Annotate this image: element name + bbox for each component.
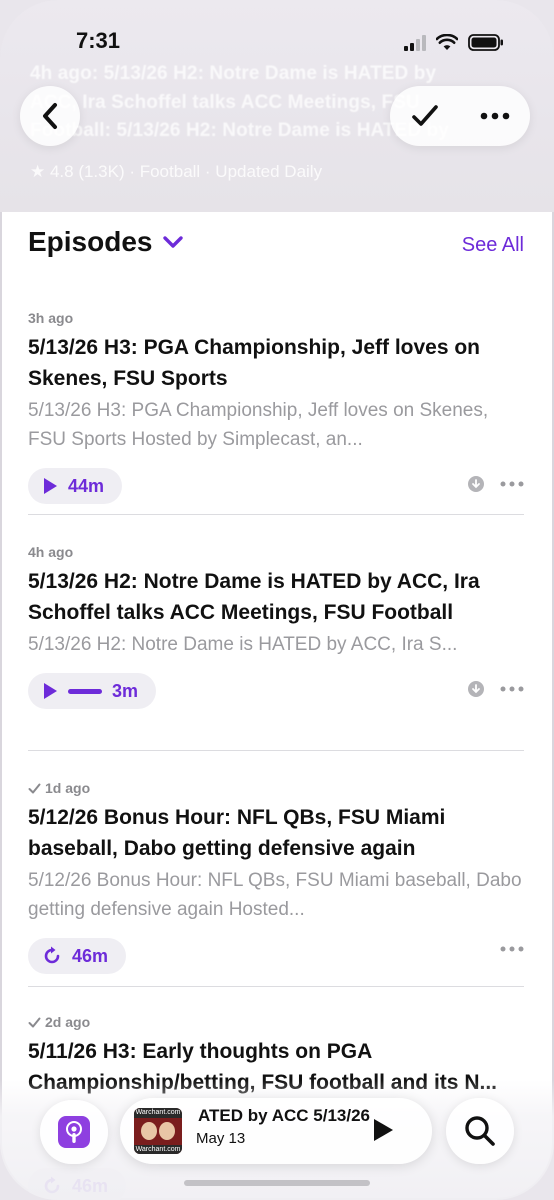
episode-row[interactable]: 3h ago 5/13/26 H3: PGA Championship, Jef… [28,310,524,506]
episode-artwork: Warchant.com Warchant.com [134,1108,182,1154]
episode-play-button[interactable]: 44m [28,468,123,504]
header-description-line: Football: 5/13/26 H2: Notre Dame is HATE… [30,120,449,141]
episodes-header: Episodes See All [28,226,524,266]
ellipsis-icon[interactable] [500,946,524,952]
chevron-left-icon [43,103,57,129]
home-indicator [184,1180,370,1186]
episode-progress-bar [68,688,102,694]
episode-duration: 46m [72,945,109,966]
mini-player-title: 5/13/26 H2: Notre Dame is HATED by ACC [198,1106,370,1125]
library-button[interactable] [40,1100,108,1164]
episode-replay-button[interactable]: 46m [28,938,127,974]
episodes-heading: Episodes [28,226,153,257]
downloaded-icon [468,476,484,492]
divider [28,986,524,987]
divider [28,514,524,515]
phone-screen: 4h ago: 5/13/26 H2: Notre Dame is HATED … [0,0,554,1200]
see-all-link[interactable]: See All [462,234,524,257]
mini-player[interactable]: Warchant.com Warchant.com 5/13/26 H2: No… [120,1098,432,1164]
episode-description: 5/13/26 H2: Notre Dame is HATED by ACC, … [28,634,458,655]
episode-age: 2d ago [28,1014,524,1030]
show-meta: ★ 4.8 (1.3K) · Football · Updated Daily [30,162,323,181]
ellipsis-icon[interactable] [500,686,524,692]
episode-duration: 3m [112,680,139,701]
episode-age: 4h ago [28,544,74,560]
episode-age: 3h ago [28,310,74,326]
status-bar: 7:31 [0,28,554,58]
ellipsis-icon [480,112,510,120]
episode-duration: 44m [68,475,105,496]
back-button[interactable] [20,86,80,146]
divider [28,750,524,751]
downloaded-icon [468,681,484,697]
episode-row[interactable]: 4h ago 5/13/26 H2: Notre Dame is HATED b… [28,544,524,711]
checkmark-icon [412,105,438,126]
episode-title[interactable]: 5/12/26 Bonus Hour: NFL QBs, FSU Miami b… [28,802,524,864]
played-checkmark-icon [28,783,41,793]
episode-age: 1d ago [28,780,524,796]
search-button[interactable] [446,1098,514,1164]
header-description-line: ACC, Ira Schoffel talks ACC Meetings, FS… [30,92,420,113]
episode-description: 5/12/26 Bonus Hour: NFL QBs, FSU Miami b… [28,870,522,920]
subscribed-button[interactable] [400,91,450,141]
chevron-down-icon [163,236,184,248]
replay-icon [44,946,60,964]
episode-title[interactable]: 5/13/26 H2: Notre Dame is HATED by ACC, … [28,566,524,628]
header-description-line: 4h ago: 5/13/26 H2: Notre Dame is HATED … [30,63,437,84]
play-icon [44,478,57,494]
podcasts-library-icon [58,1116,90,1148]
more-options-button[interactable] [470,91,520,141]
mini-player-date: May 13 [196,1130,246,1147]
play-icon[interactable] [372,1118,394,1142]
battery-icon [468,34,503,51]
cellular-signal-icon [404,34,426,51]
episodes-filter-button[interactable]: Episodes [28,226,184,258]
episode-title[interactable]: 5/13/26 H3: PGA Championship, Jeff loves… [28,332,524,394]
play-icon [44,683,57,699]
wifi-icon [436,34,458,50]
episode-description: 5/13/26 H3: PGA Championship, Jeff loves… [28,400,489,450]
status-time: 7:31 [76,28,121,53]
search-icon [465,1116,495,1146]
played-checkmark-icon [28,1017,41,1027]
ellipsis-icon[interactable] [500,481,524,487]
episode-play-button[interactable]: 3m [28,673,157,709]
episode-row[interactable]: 1d ago 5/12/26 Bonus Hour: NFL QBs, FSU … [28,780,524,976]
header-actions [390,86,530,146]
